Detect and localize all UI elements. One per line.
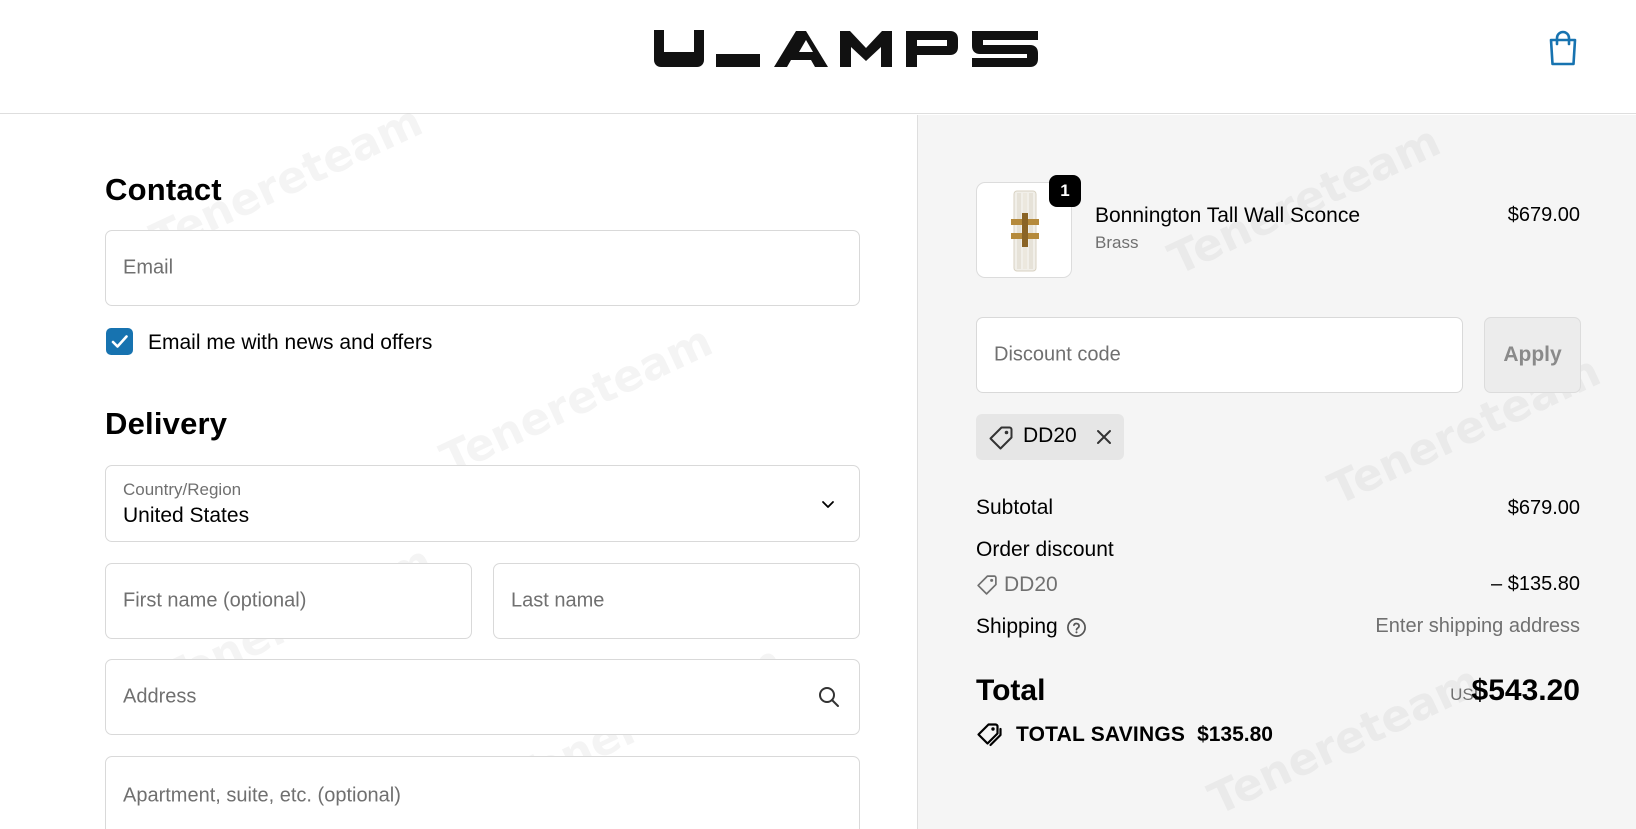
first-name-placeholder: First name (optional)	[123, 589, 307, 612]
watermark: Tenereteam	[433, 315, 720, 485]
header	[0, 0, 1636, 114]
tags-icon	[977, 723, 1002, 747]
address-placeholder: Address	[123, 685, 197, 708]
savings-label: TOTAL SAVINGS	[1016, 723, 1186, 746]
discount-code-label: DD20	[1004, 573, 1058, 596]
subtotal-label: Subtotal	[976, 496, 1054, 519]
shipping-label: Shipping	[976, 615, 1058, 638]
apartment-placeholder: Apartment, suite, etc. (optional)	[123, 784, 401, 807]
shopping-bag-icon[interactable]	[1545, 28, 1581, 68]
checkmark-icon	[111, 335, 128, 348]
country-label: Country/Region	[123, 480, 242, 499]
product-name: Bonnington Tall Wall Sconce	[1095, 204, 1360, 227]
discount-code-field[interactable]: Discount code	[976, 317, 1463, 393]
order-summary: Tenereteam Tenereteam Tenereteam 1 Bonni…	[917, 115, 1636, 829]
applied-discount-chip: DD20	[976, 414, 1124, 460]
address-field[interactable]: Address	[105, 659, 860, 735]
tag-icon	[977, 575, 997, 595]
product-variant: Brass	[1095, 233, 1139, 252]
quantity-badge: 1	[1049, 175, 1081, 207]
newsletter-label[interactable]: Email me with news and offers	[148, 331, 432, 355]
last-name-placeholder: Last name	[511, 589, 605, 612]
total-value: $543.20	[1471, 674, 1580, 707]
discount-placeholder: Discount code	[994, 343, 1121, 366]
remove-discount-icon[interactable]	[1094, 427, 1114, 447]
country-value: United States	[123, 504, 250, 527]
applied-code: DD20	[1023, 424, 1077, 447]
newsletter-checkbox[interactable]	[106, 328, 133, 355]
product-price: $679.00	[1507, 204, 1580, 226]
tag-icon	[989, 426, 1013, 450]
email-placeholder: Email	[123, 256, 174, 279]
first-name-field[interactable]: First name (optional)	[105, 563, 472, 639]
contact-heading: Contact	[105, 172, 222, 207]
watermark: Tenereteam	[1161, 115, 1448, 285]
subtotal-value: $679.00	[1507, 497, 1580, 519]
discount-value: – $135.80	[1491, 573, 1580, 595]
email-field[interactable]: Email	[105, 230, 860, 306]
country-select[interactable]: Country/Region United States	[105, 465, 860, 542]
ulamps-logo[interactable]	[654, 30, 1038, 68]
savings-value: $135.80	[1197, 723, 1273, 746]
order-discount-label: Order discount	[976, 538, 1114, 561]
apply-button[interactable]: Apply	[1484, 317, 1581, 393]
help-icon[interactable]	[1066, 617, 1087, 638]
search-icon[interactable]	[817, 685, 841, 709]
last-name-field[interactable]: Last name	[493, 563, 860, 639]
apartment-field[interactable]: Apartment, suite, etc. (optional)	[105, 756, 860, 829]
shipping-value: Enter shipping address	[1375, 615, 1580, 637]
total-savings: TOTAL SAVINGS $135.80	[976, 720, 1273, 750]
total-label: Total	[976, 674, 1046, 707]
delivery-heading: Delivery	[105, 406, 228, 441]
chevron-down-icon	[822, 500, 834, 508]
